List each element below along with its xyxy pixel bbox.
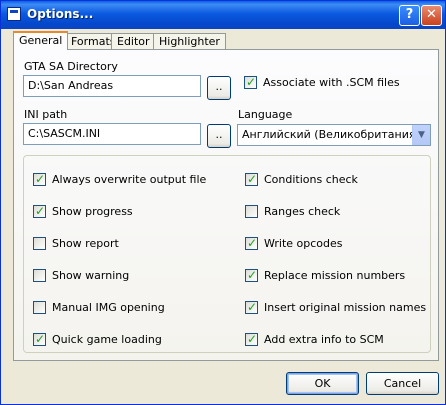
option-label: Quick game loading	[52, 333, 162, 346]
gta-dir-label: GTA SA Directory	[24, 60, 118, 73]
checkmark-icon: ✓	[247, 236, 258, 250]
ini-path-label: INI path	[24, 108, 68, 121]
option-label: Ranges check	[264, 205, 341, 218]
option-label: Manual IMG opening	[52, 301, 165, 314]
option-label: Show progress	[52, 205, 133, 218]
checkmark-icon: ✓	[247, 268, 258, 282]
title-bar[interactable]: Options... ? ✕	[1, 1, 445, 29]
language-value: Английский (Великобритания)	[242, 128, 420, 141]
help-button[interactable]: ?	[399, 5, 420, 26]
option-label: Replace mission numbers	[264, 269, 406, 282]
checkmark-icon: ✓	[247, 332, 258, 346]
cancel-button[interactable]: Cancel	[366, 372, 439, 395]
close-button[interactable]: ✕	[421, 5, 442, 26]
checkbox-box[interactable]: ✓	[245, 300, 258, 314]
gta-dir-browse-button[interactable]: ..	[207, 76, 231, 100]
checkbox-box[interactable]: ✓	[245, 172, 258, 186]
associate-checkbox-box[interactable]: ✓	[244, 75, 257, 89]
checkbox-box[interactable]: ✓	[33, 332, 46, 346]
checkbox-box[interactable]: ✓	[33, 204, 46, 218]
option-label: Show report	[52, 237, 119, 250]
ini-path-browse-button[interactable]: ..	[207, 124, 231, 148]
associate-label: Associate with .SCM files	[263, 76, 400, 89]
option-label: Add extra info to SCM	[264, 333, 384, 346]
checkbox-box[interactable]	[245, 205, 258, 218]
checkbox-box[interactable]: ✓	[245, 268, 258, 282]
chevron-down-icon[interactable]: ▼	[412, 125, 430, 145]
language-select[interactable]: Английский (Великобритания) ▼	[237, 124, 431, 146]
checkbox-box[interactable]	[33, 269, 46, 282]
option-label: Always overwrite output file	[52, 173, 207, 186]
option-label: Insert original mission names	[264, 301, 427, 314]
checkmark-icon: ✓	[246, 75, 257, 89]
ini-path-field[interactable]: C:\SASCM.INI	[23, 123, 201, 145]
window-title: Options...	[27, 7, 94, 21]
checkmark-icon: ✓	[35, 172, 46, 186]
option-label: Conditions check	[264, 173, 358, 186]
checkmark-icon: ✓	[35, 204, 46, 218]
gta-dir-field[interactable]: D:\San Andreas	[23, 75, 201, 97]
options-dialog: Options... ? ✕ General Formats Editor Hi…	[0, 0, 446, 405]
checkmark-icon: ✓	[247, 172, 258, 186]
option-label: Write opcodes	[264, 237, 343, 250]
checkbox-box[interactable]: ✓	[245, 332, 258, 346]
checkmark-icon: ✓	[35, 332, 46, 346]
tab-general[interactable]: General	[13, 31, 69, 50]
checkbox-box[interactable]	[33, 301, 46, 314]
tab-highlighter[interactable]: Highlighter	[153, 33, 226, 49]
tab-editor[interactable]: Editor	[111, 33, 156, 49]
ok-button[interactable]: OK	[286, 372, 359, 395]
checkmark-icon: ✓	[247, 300, 258, 314]
option-label: Show warning	[52, 269, 130, 282]
checkbox-box[interactable]: ✓	[245, 236, 258, 250]
language-label: Language	[238, 108, 293, 121]
checkbox-box[interactable]	[33, 237, 46, 250]
app-icon	[7, 7, 21, 21]
checkbox-box[interactable]: ✓	[33, 172, 46, 186]
